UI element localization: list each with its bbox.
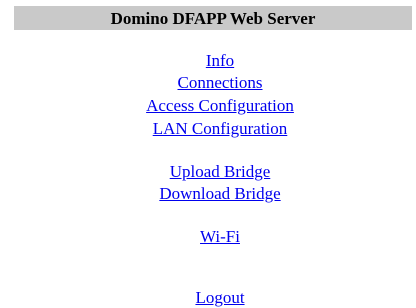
lan-configuration-link[interactable]: LAN Configuration (0, 119, 416, 139)
logout-link-label[interactable]: Logout (195, 288, 244, 307)
access-configuration-link-label[interactable]: Access Configuration (146, 96, 294, 115)
page-header: Domino DFAPP Web Server (14, 6, 412, 30)
info-link-label[interactable]: Info (206, 51, 234, 70)
wifi-link-label[interactable]: Wi-Fi (200, 227, 240, 246)
download-bridge-link[interactable]: Download Bridge (0, 184, 416, 204)
connections-link-label[interactable]: Connections (178, 73, 263, 92)
lan-configuration-link-label[interactable]: LAN Configuration (153, 119, 288, 138)
page-title: Domino DFAPP Web Server (110, 9, 316, 28)
upload-bridge-link[interactable]: Upload Bridge (0, 162, 416, 182)
download-bridge-link-label[interactable]: Download Bridge (159, 184, 280, 203)
access-configuration-link[interactable]: Access Configuration (0, 96, 416, 116)
connections-link[interactable]: Connections (0, 73, 416, 93)
upload-bridge-link-label[interactable]: Upload Bridge (170, 162, 271, 181)
wifi-link[interactable]: Wi-Fi (0, 227, 416, 247)
info-link[interactable]: Info (0, 51, 416, 71)
logout-link[interactable]: Logout (0, 288, 416, 308)
